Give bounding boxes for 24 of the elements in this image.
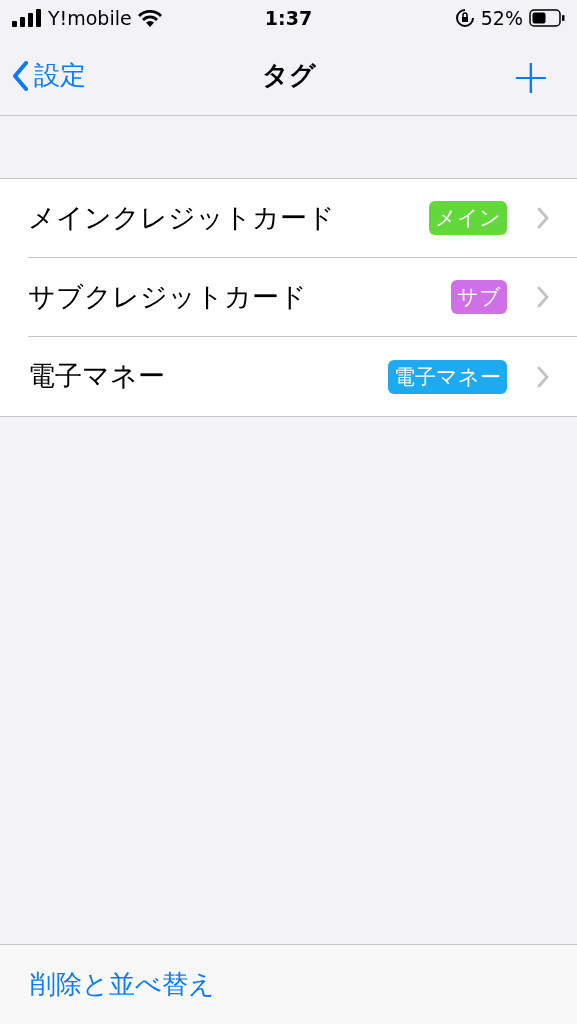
tag-row[interactable]: サブクレジットカード サブ (28, 258, 577, 337)
chevron-left-icon (12, 60, 28, 91)
tag-badge: 電子マネー (388, 359, 507, 394)
carrier-name: Y!mobile (48, 5, 132, 31)
chevron-right-icon (537, 365, 549, 388)
delete-reorder-button[interactable]: 削除と並べ替え (30, 965, 215, 1004)
tag-name: メインクレジットカード (28, 200, 336, 235)
battery-percent: 52% (480, 5, 523, 31)
tag-name: サブクレジットカード (28, 279, 308, 314)
chevron-right-icon (537, 207, 549, 229)
status-time: 1:37 (264, 5, 313, 31)
tag-name: 電子マネー (28, 359, 166, 394)
chevron-right-icon (537, 286, 549, 308)
tag-row[interactable]: 電子マネー 電子マネー (28, 337, 577, 416)
rotation-lock-icon (454, 8, 475, 28)
page-title: タグ (261, 59, 316, 92)
signal-icon (12, 9, 42, 27)
tag-badge: サブ (451, 280, 507, 314)
add-button[interactable]: + (510, 51, 565, 100)
tag-badge: メイン (429, 201, 507, 235)
wifi-icon (137, 9, 162, 27)
tag-row[interactable]: メインクレジットカード メイン (28, 179, 577, 258)
battery-icon (529, 9, 565, 27)
back-button[interactable]: 設定 (12, 56, 86, 95)
